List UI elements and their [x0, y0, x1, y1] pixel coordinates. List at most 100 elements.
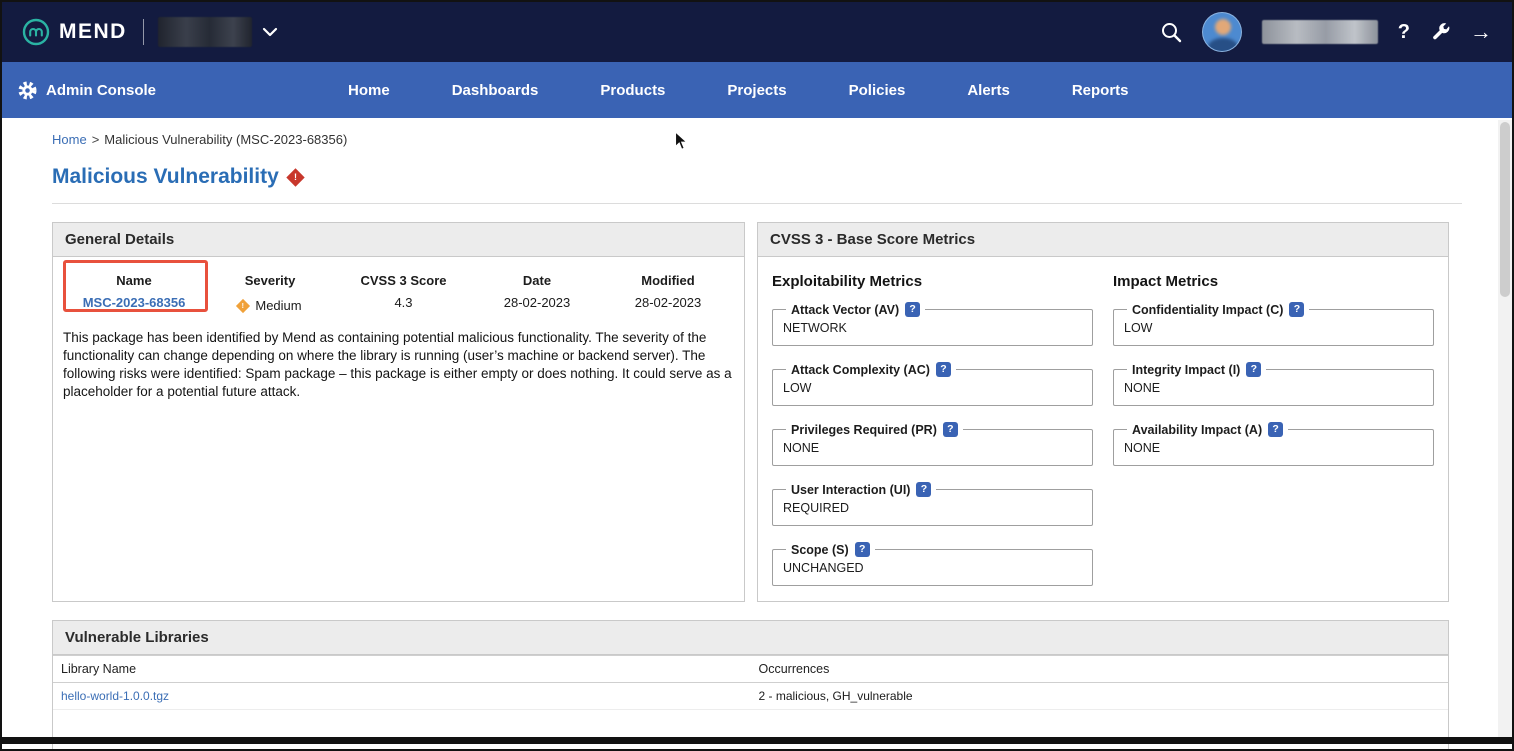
search-icon[interactable] — [1160, 21, 1182, 43]
vulnerable-libraries-header: Vulnerable Libraries — [53, 621, 1448, 655]
metric-label: Confidentiality Impact (C) — [1132, 303, 1283, 317]
breadcrumb-home-link[interactable]: Home — [52, 132, 87, 147]
metric-privileges-required: Privileges Required (PR)? NONE — [772, 422, 1093, 466]
column-header-occurrences: Occurrences — [751, 656, 1449, 683]
gd-header-cvss: CVSS 3 Score — [331, 267, 476, 295]
metric-value: NONE — [783, 438, 1082, 455]
metric-value: NETWORK — [783, 318, 1082, 335]
mend-logo[interactable]: MEND — [22, 18, 127, 46]
breadcrumb: Home > Malicious Vulnerability (MSC-2023-6… — [52, 126, 1462, 157]
admin-console-link[interactable]: Admin Console — [18, 81, 156, 100]
gd-column-cvss: CVSS 3 Score 4.3 — [331, 267, 476, 313]
metric-label: Availability Impact (A) — [1132, 423, 1262, 437]
gd-header-date: Date — [476, 267, 598, 295]
vertical-scrollbar[interactable] — [1498, 120, 1512, 737]
table-header-row: Library Name Occurrences — [53, 656, 1448, 683]
help-badge-icon[interactable]: ? — [905, 302, 920, 317]
help-badge-icon[interactable]: ? — [855, 542, 870, 557]
nav-item-projects[interactable]: Projects — [727, 82, 786, 99]
general-details-header: General Details — [53, 223, 744, 257]
general-details-panel: General Details Name MSC-2023-68356 Seve… — [52, 222, 745, 602]
nav-item-reports[interactable]: Reports — [1072, 82, 1129, 99]
wrench-icon[interactable] — [1430, 22, 1450, 42]
cvss-metrics-header: CVSS 3 - Base Score Metrics — [758, 223, 1448, 257]
org-name-redacted — [158, 17, 252, 47]
impact-heading: Impact Metrics — [1113, 273, 1434, 290]
username-redacted — [1262, 20, 1378, 44]
mend-logo-icon — [22, 18, 50, 46]
page-title-row: Malicious Vulnerability ! — [52, 157, 1462, 203]
metric-label: User Interaction (UI) — [791, 483, 910, 497]
cvss-metrics-body: Exploitability Metrics Attack Vector (AV… — [758, 257, 1448, 612]
breadcrumb-current: Malicious Vulnerability (MSC-2023-68356) — [104, 132, 347, 147]
medium-severity-icon: ! — [236, 298, 250, 312]
gd-column-modified: Modified 28-02-2023 — [598, 267, 738, 313]
help-badge-icon[interactable]: ? — [943, 422, 958, 437]
severity-value: Medium — [255, 298, 301, 313]
app-window: MEND ? — [0, 0, 1514, 751]
modified-value: 28-02-2023 — [635, 295, 702, 310]
gear-icon — [18, 81, 37, 100]
column-header-library-name: Library Name — [53, 656, 751, 683]
metric-attack-complexity: Attack Complexity (AC)? LOW — [772, 362, 1093, 406]
metric-confidentiality-impact: Confidentiality Impact (C)? LOW — [1113, 302, 1434, 346]
main-nav: Admin Console Home Dashboards Products P… — [2, 62, 1512, 118]
metric-label: Attack Complexity (AC) — [791, 363, 930, 377]
metric-label: Privileges Required (PR) — [791, 423, 937, 437]
vulnerability-description: This package has been identified by Mend… — [53, 313, 744, 401]
help-icon[interactable]: ? — [1398, 21, 1410, 44]
scrollbar-thumb[interactable] — [1500, 122, 1510, 297]
library-link[interactable]: hello-world-1.0.0.tgz — [61, 689, 169, 703]
page-title: Malicious Vulnerability — [52, 165, 279, 189]
metric-label: Attack Vector (AV) — [791, 303, 899, 317]
nav-item-products[interactable]: Products — [600, 82, 665, 99]
occurrences-value: 2 - malicious, GH_vulnerable — [751, 683, 1449, 710]
nav-item-alerts[interactable]: Alerts — [967, 82, 1010, 99]
metric-value: NONE — [1124, 438, 1423, 455]
help-badge-icon[interactable]: ? — [1289, 302, 1304, 317]
metric-user-interaction: User Interaction (UI)? REQUIRED — [772, 482, 1093, 526]
top-bar: MEND ? — [2, 2, 1512, 62]
admin-console-label: Admin Console — [46, 82, 156, 99]
vulnerable-libraries-panel: Vulnerable Libraries Library Name Occurr… — [52, 620, 1449, 751]
gd-column-severity: Severity ! Medium — [209, 267, 331, 313]
help-badge-icon[interactable]: ? — [936, 362, 951, 377]
metric-attack-vector: Attack Vector (AV)? NETWORK — [772, 302, 1093, 346]
metric-value: REQUIRED — [783, 498, 1082, 515]
cvss-score-value: 4.3 — [394, 295, 412, 310]
gd-header-severity: Severity — [209, 267, 331, 295]
help-badge-icon[interactable]: ? — [1268, 422, 1283, 437]
date-value: 28-02-2023 — [504, 295, 571, 310]
cvss-metrics-panel: CVSS 3 - Base Score Metrics Exploitabili… — [757, 222, 1449, 602]
help-badge-icon[interactable]: ? — [1246, 362, 1261, 377]
top-panels-row: General Details Name MSC-2023-68356 Seve… — [52, 222, 1462, 602]
metric-value: LOW — [1124, 318, 1423, 335]
metric-label: Integrity Impact (I) — [1132, 363, 1240, 377]
metric-integrity-impact: Integrity Impact (I)? NONE — [1113, 362, 1434, 406]
nav-item-dashboards[interactable]: Dashboards — [452, 82, 539, 99]
org-selector-dropdown[interactable] — [158, 17, 278, 47]
help-badge-icon[interactable]: ? — [916, 482, 931, 497]
exploitability-heading: Exploitability Metrics — [772, 273, 1093, 290]
metric-availability-impact: Availability Impact (A)? NONE — [1113, 422, 1434, 466]
logout-arrow-icon[interactable]: → — [1470, 21, 1492, 43]
metric-scope: Scope (S)? UNCHANGED — [772, 542, 1093, 586]
gd-column-name: Name MSC-2023-68356 — [59, 267, 209, 313]
metric-value: UNCHANGED — [783, 558, 1082, 575]
nav-item-policies[interactable]: Policies — [849, 82, 906, 99]
topbar-divider — [143, 19, 144, 45]
user-avatar[interactable] — [1202, 12, 1242, 52]
avatar-image — [1203, 13, 1241, 51]
vulnerability-id-link[interactable]: MSC-2023-68356 — [83, 295, 186, 310]
vulnerable-libraries-table: Library Name Occurrences hello-world-1.0… — [53, 655, 1448, 710]
malicious-severity-icon: ! — [286, 168, 304, 186]
nav-items: Home Dashboards Products Projects Polici… — [348, 82, 1129, 99]
window-bottom-border — [2, 737, 1512, 744]
breadcrumb-separator: > — [92, 132, 100, 147]
title-divider — [52, 203, 1462, 204]
gd-column-date: Date 28-02-2023 — [476, 267, 598, 313]
metric-value: NONE — [1124, 378, 1423, 395]
metric-label: Scope (S) — [791, 543, 849, 557]
exploitability-metrics-column: Exploitability Metrics Attack Vector (AV… — [772, 267, 1093, 602]
nav-item-home[interactable]: Home — [348, 82, 390, 99]
